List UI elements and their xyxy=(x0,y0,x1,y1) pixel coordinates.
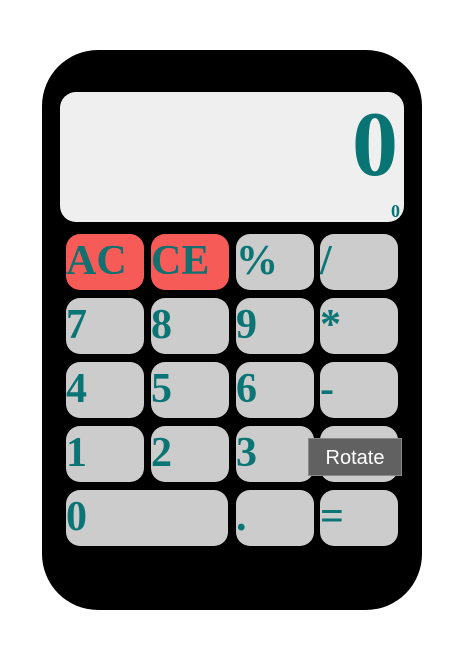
keypad: AC CE % / 7 8 9 * 4 5 6 - 1 2 3 0 . = xyxy=(0,0,468,650)
rotate-tooltip: Rotate xyxy=(308,438,402,476)
clear-entry-button[interactable]: CE xyxy=(151,234,229,290)
digit-4-button[interactable]: 4 xyxy=(66,362,144,418)
digit-3-button[interactable]: 3 xyxy=(236,426,314,482)
equals-button[interactable]: = xyxy=(320,490,398,546)
digit-5-button[interactable]: 5 xyxy=(151,362,229,418)
multiply-button[interactable]: * xyxy=(320,298,398,354)
digit-2-button[interactable]: 2 xyxy=(151,426,229,482)
subtract-button[interactable]: - xyxy=(320,362,398,418)
digit-9-button[interactable]: 9 xyxy=(236,298,314,354)
digit-6-button[interactable]: 6 xyxy=(236,362,314,418)
all-clear-button[interactable]: AC xyxy=(66,234,144,290)
digit-0-button[interactable]: 0 xyxy=(66,490,228,546)
decimal-button[interactable]: . xyxy=(236,490,314,546)
digit-7-button[interactable]: 7 xyxy=(66,298,144,354)
divide-button[interactable]: / xyxy=(320,234,398,290)
percent-button[interactable]: % xyxy=(236,234,314,290)
digit-1-button[interactable]: 1 xyxy=(66,426,144,482)
digit-8-button[interactable]: 8 xyxy=(151,298,229,354)
